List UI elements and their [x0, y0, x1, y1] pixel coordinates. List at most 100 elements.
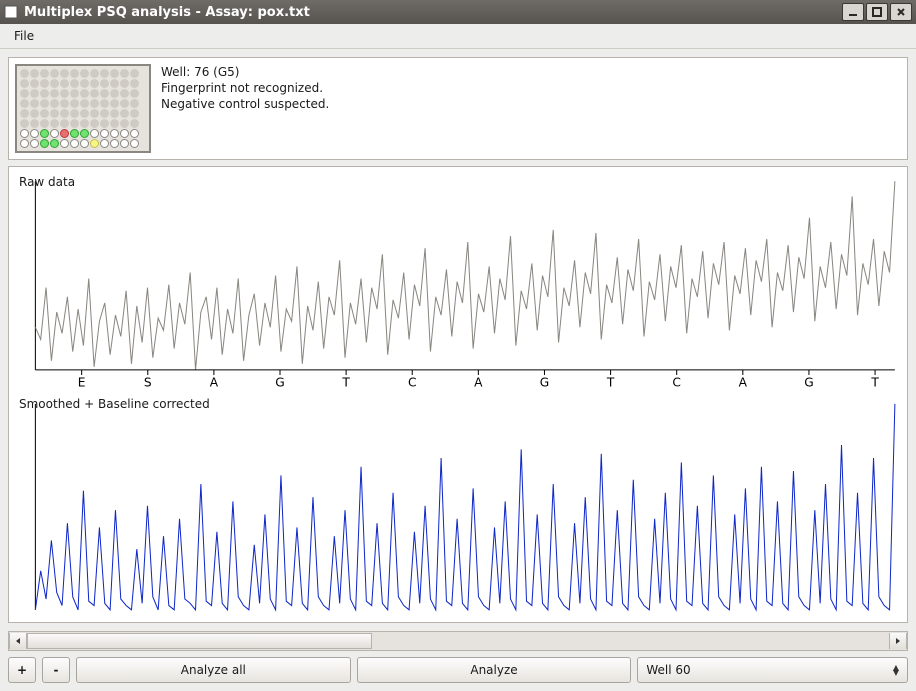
maximize-button[interactable]	[866, 3, 888, 21]
well-cell[interactable]	[100, 139, 109, 148]
well-cell[interactable]	[110, 89, 119, 98]
well-cell[interactable]	[40, 109, 49, 118]
well-cell[interactable]	[90, 79, 99, 88]
well-cell[interactable]	[70, 79, 79, 88]
well-cell[interactable]	[110, 129, 119, 138]
well-cell[interactable]	[130, 119, 139, 128]
well-cell[interactable]	[100, 99, 109, 108]
well-cell[interactable]	[110, 99, 119, 108]
well-cell[interactable]	[100, 129, 109, 138]
well-cell[interactable]	[20, 99, 29, 108]
scroll-right-button[interactable]	[889, 633, 907, 649]
well-cell[interactable]	[60, 79, 69, 88]
well-cell[interactable]	[30, 99, 39, 108]
well-cell[interactable]	[80, 99, 89, 108]
well-cell[interactable]	[130, 139, 139, 148]
well-cell[interactable]	[80, 139, 89, 148]
well-cell[interactable]	[90, 89, 99, 98]
well-cell[interactable]	[20, 139, 29, 148]
well-cell[interactable]	[130, 109, 139, 118]
well-cell[interactable]	[110, 69, 119, 78]
well-cell[interactable]	[60, 119, 69, 128]
close-button[interactable]	[890, 3, 912, 21]
well-cell[interactable]	[50, 119, 59, 128]
well-cell[interactable]	[80, 69, 89, 78]
well-cell[interactable]	[40, 69, 49, 78]
well-cell[interactable]	[130, 99, 139, 108]
well-cell[interactable]	[60, 89, 69, 98]
well-cell[interactable]	[90, 129, 99, 138]
well-cell[interactable]	[40, 79, 49, 88]
menu-file[interactable]: File	[6, 27, 42, 45]
well-cell[interactable]	[40, 139, 49, 148]
well-cell[interactable]	[50, 129, 59, 138]
well-cell[interactable]	[110, 139, 119, 148]
scroll-track[interactable]	[27, 633, 889, 649]
well-cell[interactable]	[90, 109, 99, 118]
well-cell[interactable]	[40, 129, 49, 138]
well-cell[interactable]	[50, 89, 59, 98]
scroll-thumb[interactable]	[27, 633, 372, 649]
well-cell[interactable]	[40, 99, 49, 108]
well-cell[interactable]	[20, 69, 29, 78]
zoom-in-button[interactable]: +	[8, 657, 36, 683]
well-cell[interactable]	[80, 79, 89, 88]
well-cell[interactable]	[70, 109, 79, 118]
well-cell[interactable]	[30, 79, 39, 88]
well-cell[interactable]	[60, 109, 69, 118]
well-cell[interactable]	[110, 79, 119, 88]
well-cell[interactable]	[120, 119, 129, 128]
well-cell[interactable]	[90, 139, 99, 148]
well-cell[interactable]	[120, 129, 129, 138]
well-cell[interactable]	[30, 119, 39, 128]
well-cell[interactable]	[120, 139, 129, 148]
analyze-all-button[interactable]: Analyze all	[76, 657, 351, 683]
well-cell[interactable]	[120, 99, 129, 108]
well-cell[interactable]	[30, 89, 39, 98]
well-cell[interactable]	[30, 129, 39, 138]
well-cell[interactable]	[60, 99, 69, 108]
analyze-button[interactable]: Analyze	[357, 657, 632, 683]
well-cell[interactable]	[130, 129, 139, 138]
well-cell[interactable]	[100, 109, 109, 118]
well-cell[interactable]	[30, 69, 39, 78]
well-cell[interactable]	[50, 139, 59, 148]
well-cell[interactable]	[50, 79, 59, 88]
well-cell[interactable]	[120, 69, 129, 78]
well-cell[interactable]	[100, 119, 109, 128]
well-cell[interactable]	[90, 99, 99, 108]
well-cell[interactable]	[80, 129, 89, 138]
well-cell[interactable]	[70, 119, 79, 128]
well-cell[interactable]	[100, 69, 109, 78]
well-plate[interactable]	[15, 64, 151, 153]
well-cell[interactable]	[80, 89, 89, 98]
well-cell[interactable]	[120, 89, 129, 98]
well-cell[interactable]	[20, 109, 29, 118]
well-cell[interactable]	[20, 129, 29, 138]
well-cell[interactable]	[130, 69, 139, 78]
well-cell[interactable]	[90, 119, 99, 128]
well-cell[interactable]	[100, 79, 109, 88]
well-cell[interactable]	[80, 109, 89, 118]
well-cell[interactable]	[70, 89, 79, 98]
horizontal-scrollbar[interactable]	[8, 631, 908, 651]
well-cell[interactable]	[70, 99, 79, 108]
well-select[interactable]: Well 60 ▲▼	[637, 657, 908, 683]
well-cell[interactable]	[50, 69, 59, 78]
minimize-button[interactable]	[842, 3, 864, 21]
zoom-out-button[interactable]: -	[42, 657, 70, 683]
well-cell[interactable]	[120, 109, 129, 118]
well-cell[interactable]	[50, 99, 59, 108]
well-cell[interactable]	[20, 79, 29, 88]
well-cell[interactable]	[100, 89, 109, 98]
well-cell[interactable]	[60, 139, 69, 148]
well-cell[interactable]	[70, 139, 79, 148]
well-cell[interactable]	[70, 129, 79, 138]
well-cell[interactable]	[90, 69, 99, 78]
well-cell[interactable]	[20, 119, 29, 128]
well-cell[interactable]	[60, 69, 69, 78]
well-cell[interactable]	[70, 69, 79, 78]
well-cell[interactable]	[30, 109, 39, 118]
well-cell[interactable]	[40, 119, 49, 128]
well-cell[interactable]	[50, 109, 59, 118]
